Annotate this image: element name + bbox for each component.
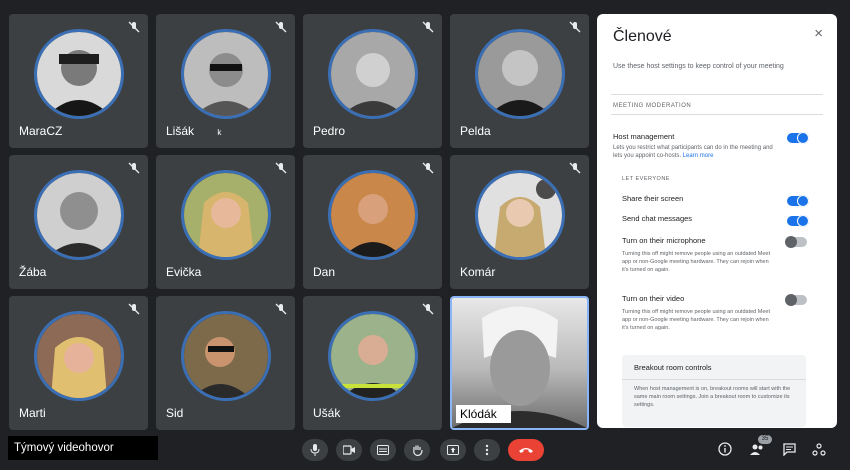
participant-name: Lišák k bbox=[166, 124, 222, 138]
video-desc: Turning this off might remove people usi… bbox=[622, 309, 770, 331]
participant-name: Komár bbox=[460, 265, 496, 279]
section-let-everyone: LET EVERYONE bbox=[622, 176, 670, 182]
avatar bbox=[327, 29, 418, 119]
mic-off-icon bbox=[569, 21, 581, 33]
meeting-details-button[interactable] bbox=[716, 440, 734, 458]
participant-tile-active-video[interactable]: Klódák bbox=[450, 296, 589, 430]
avatar bbox=[327, 170, 418, 260]
people-button[interactable]: 35 bbox=[748, 435, 772, 458]
learn-more-link[interactable]: Learn more bbox=[683, 153, 714, 159]
participant-name: Sid bbox=[166, 406, 184, 420]
close-icon[interactable]: × bbox=[814, 25, 823, 42]
divider bbox=[622, 379, 806, 380]
avatar bbox=[327, 311, 418, 401]
more-options-button[interactable] bbox=[474, 439, 500, 461]
host-controls-panel: Členové × Use these host settings to kee… bbox=[597, 14, 837, 428]
participant-tile[interactable]: Lišák k bbox=[156, 14, 295, 148]
camera-icon bbox=[343, 445, 355, 455]
breakout-title: Breakout room controls bbox=[634, 363, 712, 372]
raise-hand-icon bbox=[412, 445, 423, 456]
divider bbox=[611, 114, 823, 115]
mic-off-icon bbox=[275, 162, 287, 174]
mic-off-icon bbox=[128, 303, 140, 315]
participant-tile[interactable]: Pedro bbox=[303, 14, 442, 148]
participant-tile[interactable]: Pelda bbox=[450, 14, 589, 148]
divider bbox=[611, 94, 823, 95]
activities-button[interactable] bbox=[810, 440, 828, 458]
present-icon bbox=[447, 445, 459, 455]
participant-grid: MaraCZ Lišák k Pedro Pelda Žába Evička D… bbox=[9, 14, 589, 430]
host-management-desc: Lets you restrict what participants can … bbox=[613, 145, 773, 159]
mic-off-icon bbox=[275, 303, 287, 315]
microphone-label: Turn on their microphone bbox=[622, 236, 706, 245]
mic-off-icon bbox=[422, 21, 434, 33]
participant-name: MaraCZ bbox=[19, 124, 63, 138]
participant-name: Pelda bbox=[460, 124, 491, 138]
end-call-icon bbox=[519, 448, 533, 453]
breakout-desc: When host management is on, breakout roo… bbox=[634, 386, 791, 408]
avatar bbox=[180, 170, 271, 260]
end-call-button[interactable] bbox=[508, 439, 544, 461]
avatar bbox=[180, 311, 271, 401]
avatar bbox=[33, 29, 124, 119]
send-chat-toggle[interactable] bbox=[787, 215, 809, 227]
avatar bbox=[33, 311, 124, 401]
people-icon bbox=[750, 444, 763, 455]
participant-name: Žába bbox=[19, 265, 47, 279]
avatar bbox=[474, 170, 565, 260]
chat-icon bbox=[782, 442, 796, 456]
microphone-desc: Turning this off might remove people usi… bbox=[622, 251, 770, 273]
panel-title: Členové bbox=[613, 28, 672, 45]
participant-name: Klódák bbox=[456, 405, 511, 423]
host-management-label: Host management bbox=[613, 132, 675, 141]
activities-icon bbox=[812, 442, 826, 456]
mic-off-icon bbox=[569, 162, 581, 174]
participant-tile[interactable]: Dan bbox=[303, 155, 442, 289]
send-chat-label: Send chat messages bbox=[622, 214, 693, 223]
raise-hand-button[interactable] bbox=[404, 439, 430, 461]
breakout-card: Breakout room controls When host managem… bbox=[622, 355, 806, 427]
people-count-badge: 35 bbox=[758, 435, 772, 444]
avatar bbox=[474, 29, 565, 119]
participant-tile[interactable]: Ušák bbox=[303, 296, 442, 430]
participant-name: Pedro bbox=[313, 124, 346, 138]
captions-button[interactable] bbox=[370, 439, 396, 461]
captions-icon bbox=[377, 445, 389, 455]
present-button[interactable] bbox=[440, 439, 466, 461]
video-label: Turn on their video bbox=[622, 294, 685, 303]
mic-off-icon bbox=[422, 162, 434, 174]
meet-window: MaraCZ Lišák k Pedro Pelda Žába Evička D… bbox=[0, 0, 850, 470]
microphone-toggle[interactable] bbox=[785, 236, 807, 248]
mic-button[interactable] bbox=[302, 439, 328, 461]
host-management-toggle[interactable] bbox=[787, 132, 809, 144]
participant-name: Dan bbox=[313, 265, 336, 279]
meeting-title: Týmový videohovor bbox=[8, 436, 158, 460]
participant-tile[interactable]: Komár bbox=[450, 155, 589, 289]
mic-off-icon bbox=[128, 21, 140, 33]
avatar bbox=[180, 29, 271, 119]
mic-off-icon bbox=[128, 162, 140, 174]
participant-name: Ušák bbox=[313, 406, 341, 420]
participant-tile[interactable]: MaraCZ bbox=[9, 14, 148, 148]
avatar bbox=[33, 170, 124, 260]
camera-button[interactable] bbox=[336, 439, 362, 461]
participant-tile[interactable]: Evička bbox=[156, 155, 295, 289]
mic-icon bbox=[310, 444, 320, 456]
panel-intro: Use these host settings to keep control … bbox=[613, 63, 784, 70]
more-vert-icon bbox=[485, 444, 489, 456]
participant-tile[interactable]: Žába bbox=[9, 155, 148, 289]
participant-tile[interactable]: Sid bbox=[156, 296, 295, 430]
mic-off-icon bbox=[422, 303, 434, 315]
share-screen-toggle[interactable] bbox=[787, 195, 809, 207]
chat-button[interactable] bbox=[780, 440, 798, 458]
section-meeting-moderation: MEETING MODERATION bbox=[613, 103, 692, 109]
video-toggle[interactable] bbox=[785, 294, 807, 306]
info-icon bbox=[718, 442, 732, 456]
participant-name: Evička bbox=[166, 265, 202, 279]
participant-name: Marti bbox=[19, 406, 46, 420]
participant-tile[interactable]: Marti bbox=[9, 296, 148, 430]
mic-off-icon bbox=[275, 21, 287, 33]
share-screen-label: Share their screen bbox=[622, 194, 684, 203]
